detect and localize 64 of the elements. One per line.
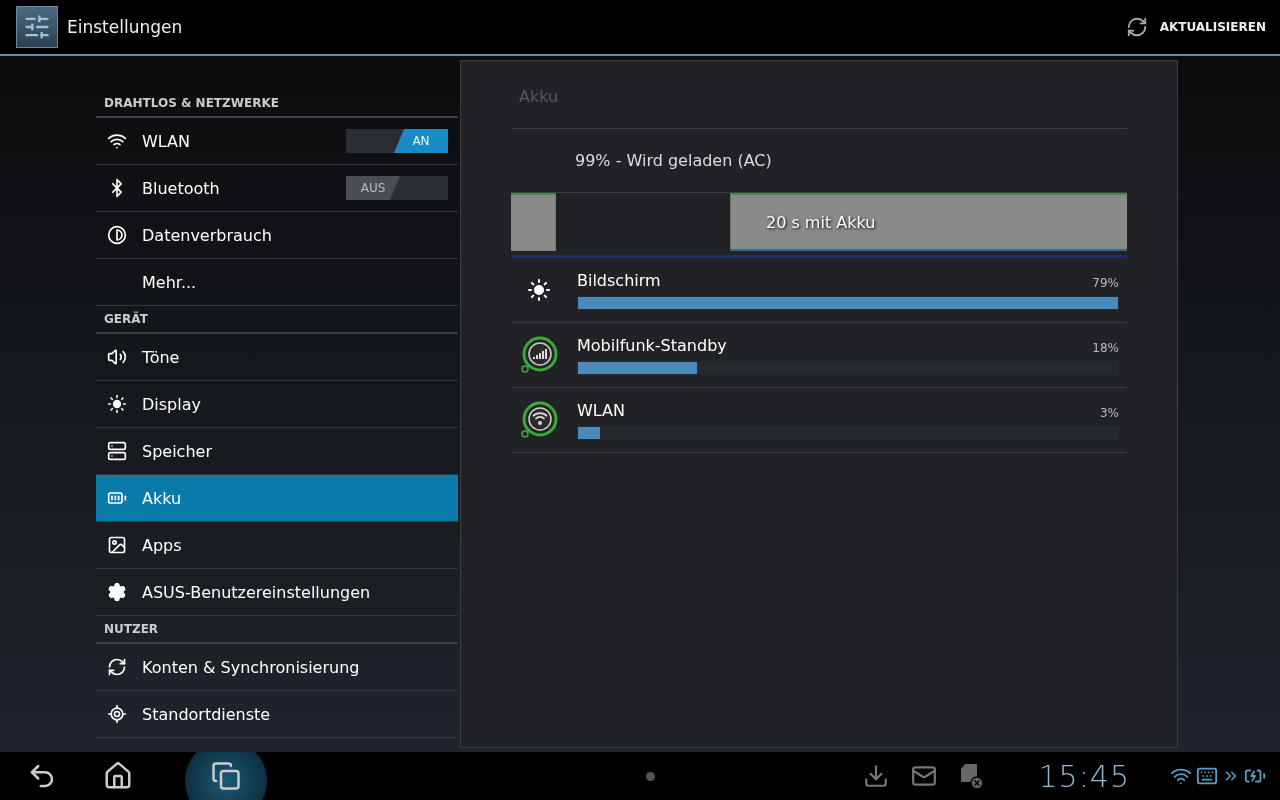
toggle-switch[interactable]: AN: [346, 129, 448, 153]
window-title: Einstellungen: [67, 17, 184, 37]
sidebar-item[interactable]: Konten & Synchronisierung: [96, 644, 458, 691]
page-dot: [646, 771, 655, 781]
sidebar-item-label: ASUS-Benutzereinstellungen: [142, 582, 372, 602]
sidebar-item-label: Speicher: [142, 441, 213, 461]
graph-label: 20 s mit Akku: [766, 213, 876, 232]
sidebar-item-label: Konten & Synchronisierung: [142, 657, 361, 677]
picture-icon: [107, 535, 127, 555]
usage-percent: 18%: [1092, 340, 1119, 355]
section-header: NUTZER: [96, 616, 458, 644]
brightness-icon: [527, 278, 551, 302]
toggle-thumb: AN: [394, 129, 448, 153]
sidebar-item[interactable]: ASUS-Benutzereinstellungen: [96, 569, 458, 616]
half-circle-icon: [107, 225, 127, 245]
sidebar-item[interactable]: Datenverbrauch: [96, 212, 458, 259]
usage-row[interactable]: Mobilfunk-Standby 18%: [511, 323, 1127, 388]
usage-name: Mobilfunk-Standby: [577, 335, 727, 355]
wifi-icon: [519, 400, 559, 440]
sidebar-item-label: Datenverbrauch: [142, 225, 273, 245]
mail-icon[interactable]: [910, 763, 937, 789]
sidebar-item-label: Standortdienste: [142, 704, 272, 724]
sidebar-item-label: Apps: [142, 535, 183, 555]
usage-name: Bildschirm: [577, 270, 661, 290]
sidebar-item-label: Akku: [142, 488, 183, 508]
brightness-icon: [107, 394, 127, 414]
sidebar-item[interactable]: Mehr...: [96, 259, 458, 306]
sd-card-error-icon: [958, 762, 985, 790]
sidebar-item-label: Display: [142, 394, 202, 414]
wifi-icon: [107, 131, 127, 151]
refresh-icon: [1125, 16, 1148, 38]
refresh-button[interactable]: AKTUALISIEREN: [1119, 10, 1272, 44]
toggle-thumb: AUS: [346, 176, 400, 200]
speaker-icon: [107, 347, 127, 367]
section-header: DRAHTLOS & NETZWERKE: [96, 90, 458, 118]
sidebar-item[interactable]: Bluetooth AUS: [96, 165, 458, 212]
home-icon: [103, 761, 133, 791]
sidebar-item[interactable]: Display: [96, 381, 458, 428]
location-icon: [107, 704, 127, 724]
storage-icon: [107, 441, 127, 461]
usage-row[interactable]: Bildschirm 79%: [511, 258, 1127, 323]
keyboard-icon[interactable]: [1196, 765, 1218, 787]
sync-icon: [107, 657, 127, 677]
usage-name: WLAN: [577, 400, 625, 420]
sidebar-item-label: Bluetooth: [142, 178, 221, 198]
clock[interactable]: 15:45: [1038, 758, 1130, 794]
toggle-switch[interactable]: AUS: [346, 176, 448, 200]
sidebar-item-label: Töne: [142, 347, 181, 367]
sidebar-item[interactable]: WLAN AN: [96, 118, 458, 165]
download-icon[interactable]: [862, 763, 889, 789]
cell-signal-icon: [519, 335, 559, 375]
sidebar-item-label: Mehr...: [142, 272, 198, 292]
graph-segment: [511, 193, 556, 251]
sidebar-item-label: WLAN: [142, 131, 191, 151]
sidebar-item[interactable]: Apps: [96, 522, 458, 569]
section-header: GERÄT: [96, 306, 458, 334]
overlapping-squares-icon: [211, 761, 241, 791]
sidebar-item[interactable]: Töne: [96, 334, 458, 381]
sidebar-item[interactable]: Akku: [96, 475, 458, 522]
sidebar-item[interactable]: Standortdienste: [96, 691, 458, 738]
usage-percent: 3%: [1099, 405, 1119, 420]
settings-app-icon[interactable]: [16, 6, 58, 48]
usage-percent: 79%: [1092, 275, 1119, 290]
usage-row[interactable]: WLAN 3%: [511, 388, 1127, 453]
